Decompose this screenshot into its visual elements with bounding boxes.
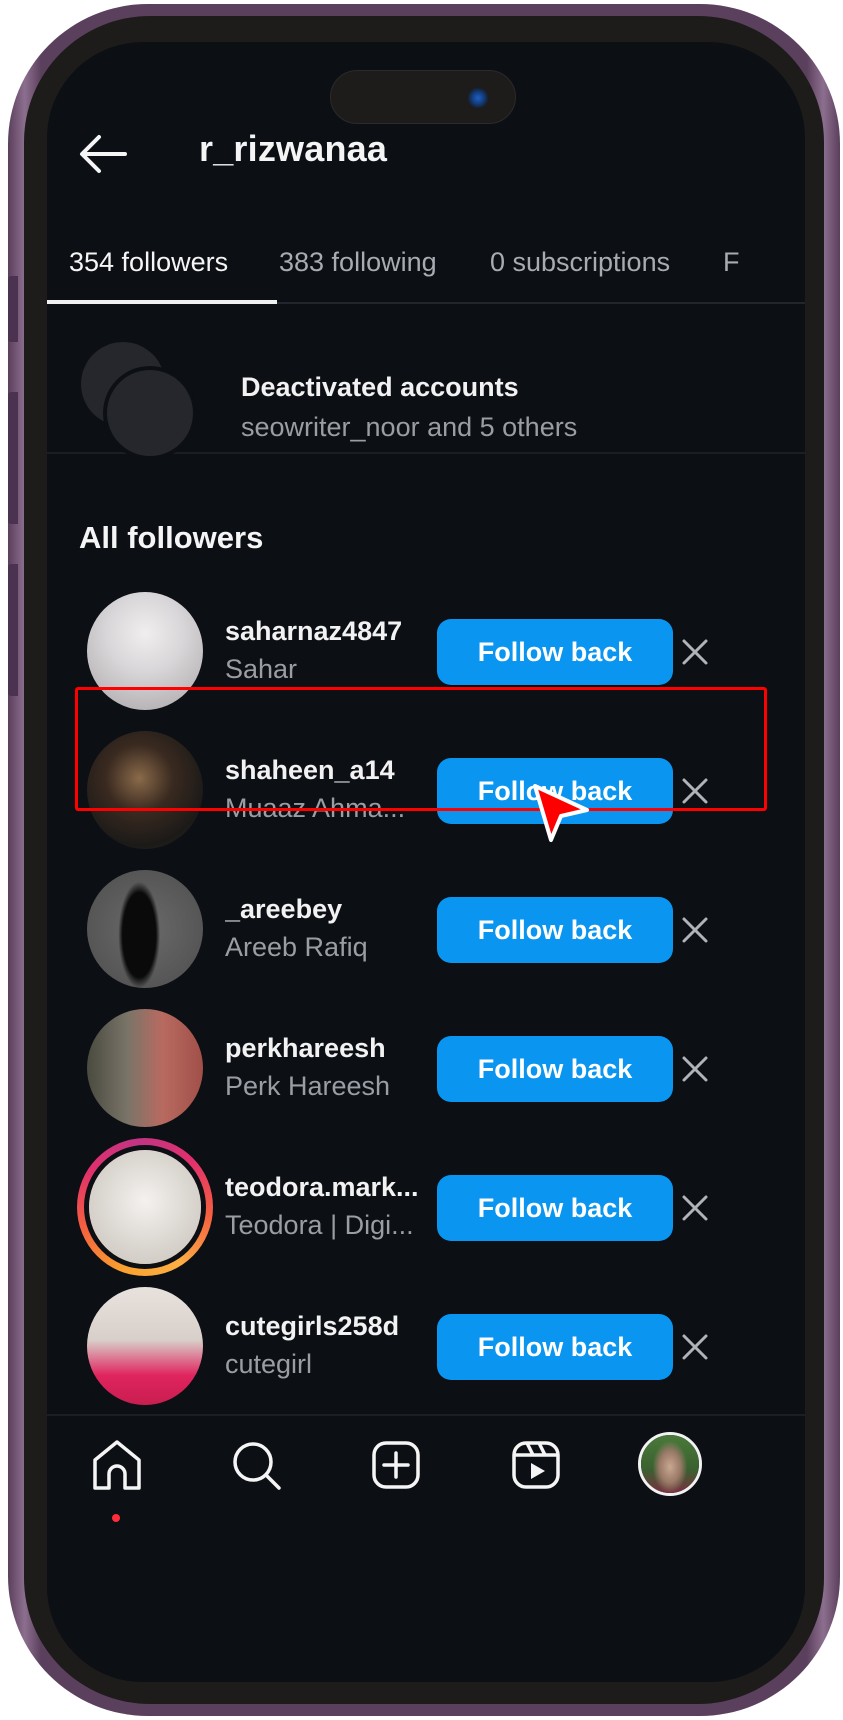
username[interactable]: _areebey [225, 894, 342, 925]
avatar[interactable] [87, 592, 203, 710]
follow-back-button[interactable]: Follow back [437, 619, 673, 685]
remove-button[interactable] [675, 910, 715, 950]
tab-subscriptions[interactable]: 0 subscriptions [490, 232, 670, 304]
username[interactable]: shaheen_a14 [225, 755, 395, 786]
avatar[interactable] [87, 1009, 203, 1127]
tab-more[interactable]: F [723, 232, 740, 304]
list-item: cutegirls258d cutegirl Follow back [47, 1277, 805, 1416]
list-item: saharnaz4847 Sahar Follow back [47, 582, 805, 721]
remove-button[interactable] [675, 1049, 715, 1089]
notification-dot [112, 1514, 120, 1522]
deactivated-subtitle: seowriter_noor and 5 others [241, 412, 578, 442]
username[interactable]: perkhareesh [225, 1033, 386, 1064]
list-item: shaheen_a14 Muaaz Ahma... Follow back [47, 721, 805, 860]
home-icon [93, 1440, 141, 1490]
create-icon [372, 1441, 420, 1489]
avatar-with-story-ring[interactable] [77, 1138, 213, 1276]
follow-back-button[interactable]: Follow back [437, 1036, 673, 1102]
volume-up-button [8, 392, 18, 524]
nav-profile-avatar[interactable] [638, 1432, 702, 1496]
nav-home[interactable] [89, 1438, 145, 1494]
reels-icon [512, 1441, 560, 1489]
close-icon [682, 1195, 708, 1221]
nav-create[interactable] [369, 1438, 425, 1494]
deactivated-title: Deactivated accounts [241, 372, 519, 402]
avatar[interactable] [87, 1287, 203, 1405]
full-name: Perk Hareesh [225, 1071, 391, 1101]
full-name: Areeb Rafiq [225, 932, 368, 962]
list-item: perkhareesh Perk Hareesh Follow back [47, 999, 805, 1138]
close-icon [682, 778, 708, 804]
search-icon [233, 1442, 281, 1490]
remove-button[interactable] [675, 771, 715, 811]
list-item: _areebey Areeb Rafiq Follow back [47, 860, 805, 999]
follow-back-button[interactable]: Follow back [437, 1314, 673, 1380]
deactivated-accounts[interactable]: Deactivated accounts seowriter_noor and … [47, 304, 805, 460]
full-name: cutegirl [225, 1349, 313, 1379]
tab-followers[interactable]: 354 followers [69, 232, 228, 304]
follow-back-button[interactable]: Follow back [437, 758, 673, 824]
nav-reels[interactable] [509, 1438, 565, 1494]
tab-bar: 354 followers 383 following 0 subscripti… [47, 232, 805, 304]
screen: r_rizwanaa 354 followers 383 following 0… [47, 42, 805, 1682]
close-icon [682, 1334, 708, 1360]
nav-search[interactable] [229, 1438, 285, 1494]
tab-following[interactable]: 383 following [279, 232, 437, 304]
page-title: r_rizwanaa [199, 128, 388, 169]
remove-button[interactable] [675, 1327, 715, 1367]
back-button[interactable] [77, 132, 129, 176]
bottom-nav [47, 1414, 805, 1682]
list-item: teodora.mark... Teodora | Digi... Follow… [47, 1138, 805, 1277]
avatar[interactable] [87, 731, 203, 849]
remove-button[interactable] [675, 1188, 715, 1228]
volume-down-button [8, 564, 18, 696]
camera-icon [467, 87, 489, 109]
avatar[interactable] [87, 870, 203, 988]
follow-back-button[interactable]: Follow back [437, 897, 673, 963]
placeholder-avatar [103, 366, 197, 460]
username[interactable]: cutegirls258d [225, 1311, 399, 1342]
arrow-left-icon [80, 135, 127, 173]
follow-back-button[interactable]: Follow back [437, 1175, 673, 1241]
close-icon [682, 1056, 708, 1082]
header: r_rizwanaa [47, 112, 805, 192]
username[interactable]: teodora.mark... [225, 1172, 419, 1203]
full-name: Muaaz Ahma... [225, 793, 406, 823]
action-button [8, 276, 18, 342]
section-title: All followers [79, 520, 264, 555]
full-name: Teodora | Digi... [225, 1210, 414, 1240]
full-name: Sahar [225, 654, 298, 684]
close-icon [682, 917, 708, 943]
username[interactable]: saharnaz4847 [225, 616, 402, 647]
close-icon [682, 639, 708, 665]
remove-button[interactable] [675, 632, 715, 672]
